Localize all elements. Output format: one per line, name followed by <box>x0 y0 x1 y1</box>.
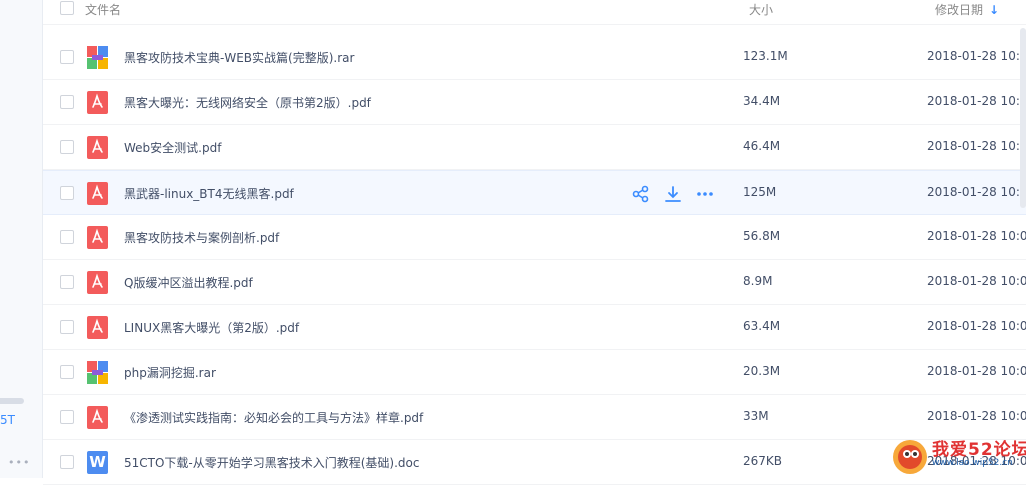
file-size: 63.4M <box>743 319 781 333</box>
file-checkbox[interactable] <box>60 230 74 244</box>
file-row[interactable]: 黑客大曝光：无线网络安全（原书第2版）.pdf 34.4M 2018-01-28 1… <box>43 80 1026 125</box>
storage-progress-bar <box>0 398 24 404</box>
file-modified-date: 2018-01-28 10:09 <box>927 94 1026 108</box>
file-row[interactable]: 黑客攻防技术与案例剖析.pdf 56.8M 2018-01-28 10:09 <box>43 215 1026 260</box>
file-modified-date: 2018-01-28 10:09 <box>927 49 1026 63</box>
file-checkbox[interactable] <box>60 320 74 334</box>
watermark-logo: 我爱52论坛 www.lao.wip52.cn <box>888 434 1026 478</box>
file-row[interactable]: 黑客攻防技术宝典-WEB实战篇(完整版).rar 123.1M 2018-01-28… <box>43 35 1026 80</box>
file-row[interactable]: Q版缓冲区溢出教程.pdf 8.9M 2018-01-28 10:09 <box>43 260 1026 305</box>
file-modified-date: 2018-01-28 10:09 <box>927 139 1026 153</box>
file-modified-date: 2018-01-28 10:09 <box>927 274 1026 288</box>
file-row[interactable]: W 51CTO下载-从零开始学习黑客技术入门教程(基础).doc 267KB 2018… <box>43 440 1026 485</box>
scrollbar[interactable] <box>1020 28 1026 208</box>
file-checkbox[interactable] <box>60 186 74 200</box>
file-modified-date: 2018-01-28 10:09 <box>927 185 1026 199</box>
file-name-link[interactable]: Web安全测试.pdf <box>124 139 221 156</box>
sidebar: 5T ••• <box>0 0 43 478</box>
file-row[interactable]: Web安全测试.pdf 46.4M 2018-01-28 10:09 <box>43 125 1026 170</box>
file-name-link[interactable]: 黑客攻防技术与案例剖析.pdf <box>124 229 279 246</box>
file-size: 8.9M <box>743 274 773 288</box>
pdf-file-icon <box>87 182 108 205</box>
file-size: 56.8M <box>743 229 781 243</box>
rar-file-icon <box>87 46 108 69</box>
file-name-link[interactable]: 51CTO下载-从零开始学习黑客技术入门教程(基础).doc <box>124 454 420 471</box>
file-name-link[interactable]: Q版缓冲区溢出教程.pdf <box>124 274 253 291</box>
column-header-name[interactable]: 文件名 <box>85 1 121 18</box>
pdf-file-icon <box>87 226 108 249</box>
file-size: 123.1M <box>743 49 788 63</box>
file-modified-date: 2018-01-28 10:09 <box>927 409 1026 423</box>
file-checkbox[interactable] <box>60 275 74 289</box>
storage-text[interactable]: 5T <box>0 413 43 427</box>
file-modified-date: 2018-01-28 10:09 <box>927 364 1026 378</box>
file-size: 125M <box>743 185 777 199</box>
file-modified-date: 2018-01-28 10:09 <box>927 229 1026 243</box>
pdf-file-icon <box>87 271 108 294</box>
doc-file-icon: W <box>87 451 108 474</box>
file-name-link[interactable]: php漏洞挖掘.rar <box>124 364 216 381</box>
file-row[interactable]: 黑武器-linux_BT4无线黑客.pdf 125M 2018-01-28 10:0… <box>43 170 1026 215</box>
file-name-link[interactable]: 黑客大曝光：无线网络安全（原书第2版）.pdf <box>124 94 371 111</box>
file-name-link[interactable]: 黑武器-linux_BT4无线黑客.pdf <box>124 185 294 202</box>
column-header-date[interactable]: 修改日期 ↓ <box>935 1 999 18</box>
file-checkbox[interactable] <box>60 50 74 64</box>
file-row[interactable]: 《渗透测试实践指南：必知必会的工具与方法》样章.pdf 33M 2018-01-28… <box>43 395 1026 440</box>
pdf-file-icon <box>87 91 108 114</box>
file-size: 34.4M <box>743 94 781 108</box>
pdf-file-icon <box>87 316 108 339</box>
file-checkbox[interactable] <box>60 455 74 469</box>
watermark-title: 我爱52论坛 <box>932 440 1026 460</box>
file-modified-date: 2018-01-28 10:09 <box>927 319 1026 333</box>
download-icon[interactable] <box>663 184 683 204</box>
file-size: 20.3M <box>743 364 781 378</box>
more-icon[interactable] <box>695 184 715 204</box>
file-size: 33M <box>743 409 769 423</box>
file-name-link[interactable]: 黑客攻防技术宝典-WEB实战篇(完整版).rar <box>124 49 354 66</box>
rar-file-icon <box>87 361 108 384</box>
forum-logo-icon <box>893 440 927 474</box>
file-checkbox[interactable] <box>60 140 74 154</box>
sidebar-more-button[interactable]: ••• <box>8 456 30 469</box>
file-list-header: 文件名 大小 修改日期 ↓ <box>43 0 1026 25</box>
pdf-file-icon <box>87 406 108 429</box>
file-list-panel: 文件名 大小 修改日期 ↓ 黑客攻防技术宝典-WEB实战篇(完整版).rar 123… <box>43 0 1026 485</box>
file-checkbox[interactable] <box>60 365 74 379</box>
file-size: 46.4M <box>743 139 781 153</box>
file-row[interactable]: LINUX黑客大曝光（第2版）.pdf 63.4M 2018-01-28 10:09 <box>43 305 1026 350</box>
file-size: 267KB <box>743 454 783 468</box>
column-header-size[interactable]: 大小 <box>749 1 773 18</box>
file-checkbox[interactable] <box>60 410 74 424</box>
file-name-link[interactable]: LINUX黑客大曝光（第2版）.pdf <box>124 319 299 336</box>
file-row[interactable]: php漏洞挖掘.rar 20.3M 2018-01-28 10:09 <box>43 350 1026 395</box>
sort-descending-icon[interactable]: ↓ <box>989 3 999 17</box>
select-all-checkbox[interactable] <box>60 1 74 15</box>
file-checkbox[interactable] <box>60 95 74 109</box>
share-icon[interactable] <box>631 184 651 204</box>
watermark-url: www.lao.wip52.cn <box>932 458 1013 468</box>
pdf-file-icon <box>87 136 108 159</box>
file-name-link[interactable]: 《渗透测试实践指南：必知必会的工具与方法》样章.pdf <box>124 409 423 426</box>
